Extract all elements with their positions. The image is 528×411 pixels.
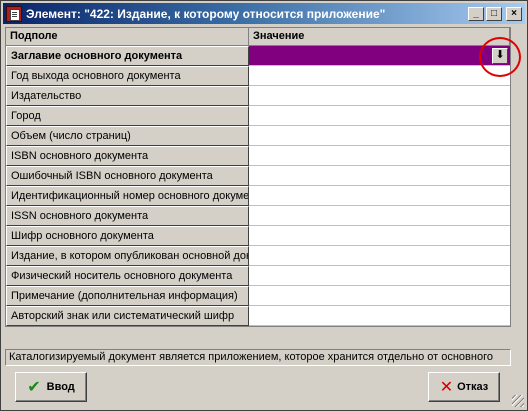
row-label[interactable]: Объем (число страниц) [6, 126, 249, 146]
value-cell[interactable] [249, 286, 510, 306]
dropdown-arrow-icon[interactable]: ⬇ [492, 48, 508, 64]
minimize-button[interactable]: _ [468, 6, 484, 21]
subfield-grid: Подполе Значение Заглавие основного доку… [5, 27, 511, 327]
value-cell[interactable] [249, 306, 510, 326]
status-description: Каталогизируемый документ является прило… [5, 349, 511, 366]
dialog-window: Элемент: "422: Издание, к которому относ… [0, 0, 528, 411]
table-row[interactable]: Издательство [6, 86, 510, 106]
row-label[interactable]: Примечание (дополнительная информация) [6, 286, 249, 306]
column-header-subfield[interactable]: Подполе [6, 28, 249, 46]
row-label[interactable]: Заглавие основного документа [6, 46, 249, 66]
cancel-button[interactable]: ✕ Отказ [428, 372, 500, 402]
table-row[interactable]: Заглавие основного документа ⬇ [6, 46, 510, 66]
row-label[interactable]: Авторский знак или систематический шифр [6, 306, 249, 326]
row-label[interactable]: Издание, в котором опубликован основной … [6, 246, 249, 266]
table-row[interactable]: Шифр основного документа [6, 226, 510, 246]
close-button[interactable]: × [506, 6, 522, 21]
resize-grip-icon[interactable] [512, 395, 524, 407]
table-row[interactable]: Издание, в котором опубликован основной … [6, 246, 510, 266]
value-cell[interactable] [249, 266, 510, 286]
window-title: Элемент: "422: Издание, к которому относ… [26, 6, 386, 21]
value-cell[interactable] [249, 146, 510, 166]
table-row[interactable]: Идентификационный номер основного докуме… [6, 186, 510, 206]
checkmark-icon: ✔ [27, 379, 41, 396]
row-label[interactable]: ISBN основного документа [6, 146, 249, 166]
value-cell[interactable] [249, 106, 510, 126]
value-cell[interactable] [249, 206, 510, 226]
title-bar[interactable]: Элемент: "422: Издание, к которому относ… [3, 3, 525, 24]
row-label[interactable]: Физический носитель основного документа [6, 266, 249, 286]
table-row[interactable]: Город [6, 106, 510, 126]
table-row[interactable]: ISBN основного документа [6, 146, 510, 166]
value-cell[interactable] [249, 166, 510, 186]
row-label[interactable]: Идентификационный номер основного докуме… [6, 186, 249, 206]
row-label[interactable]: Издательство [6, 86, 249, 106]
value-cell[interactable] [249, 226, 510, 246]
row-label[interactable]: Город [6, 106, 249, 126]
table-row[interactable]: Объем (число страниц) [6, 126, 510, 146]
row-label[interactable]: ISSN основного документа [6, 206, 249, 226]
enter-button-label: Ввод [46, 381, 75, 393]
table-row[interactable]: Физический носитель основного документа [6, 266, 510, 286]
maximize-button[interactable]: □ [486, 6, 502, 21]
table-row[interactable]: Год выхода основного документа [6, 66, 510, 86]
row-label[interactable]: Ошибочный ISBN основного документа [6, 166, 249, 186]
value-cell-selected[interactable]: ⬇ [249, 46, 510, 66]
value-cell[interactable] [249, 126, 510, 146]
value-cell[interactable] [249, 186, 510, 206]
app-icon[interactable] [6, 5, 22, 22]
value-cell[interactable] [249, 86, 510, 106]
row-label[interactable]: Шифр основного документа [6, 226, 249, 246]
cancel-button-label: Отказ [457, 381, 489, 393]
value-cell[interactable] [249, 246, 510, 266]
enter-button[interactable]: ✔ Ввод [15, 372, 87, 402]
row-label[interactable]: Год выхода основного документа [6, 66, 249, 86]
grid-rows: Заглавие основного документа ⬇ Год выход… [6, 46, 510, 326]
column-header-value[interactable]: Значение [249, 28, 510, 46]
table-row[interactable]: Примечание (дополнительная информация) [6, 286, 510, 306]
value-cell[interactable] [249, 66, 510, 86]
table-row[interactable]: Ошибочный ISBN основного документа [6, 166, 510, 186]
cross-icon: ✕ [439, 379, 454, 396]
table-row[interactable]: Авторский знак или систематический шифр [6, 306, 510, 326]
table-row[interactable]: ISSN основного документа [6, 206, 510, 226]
